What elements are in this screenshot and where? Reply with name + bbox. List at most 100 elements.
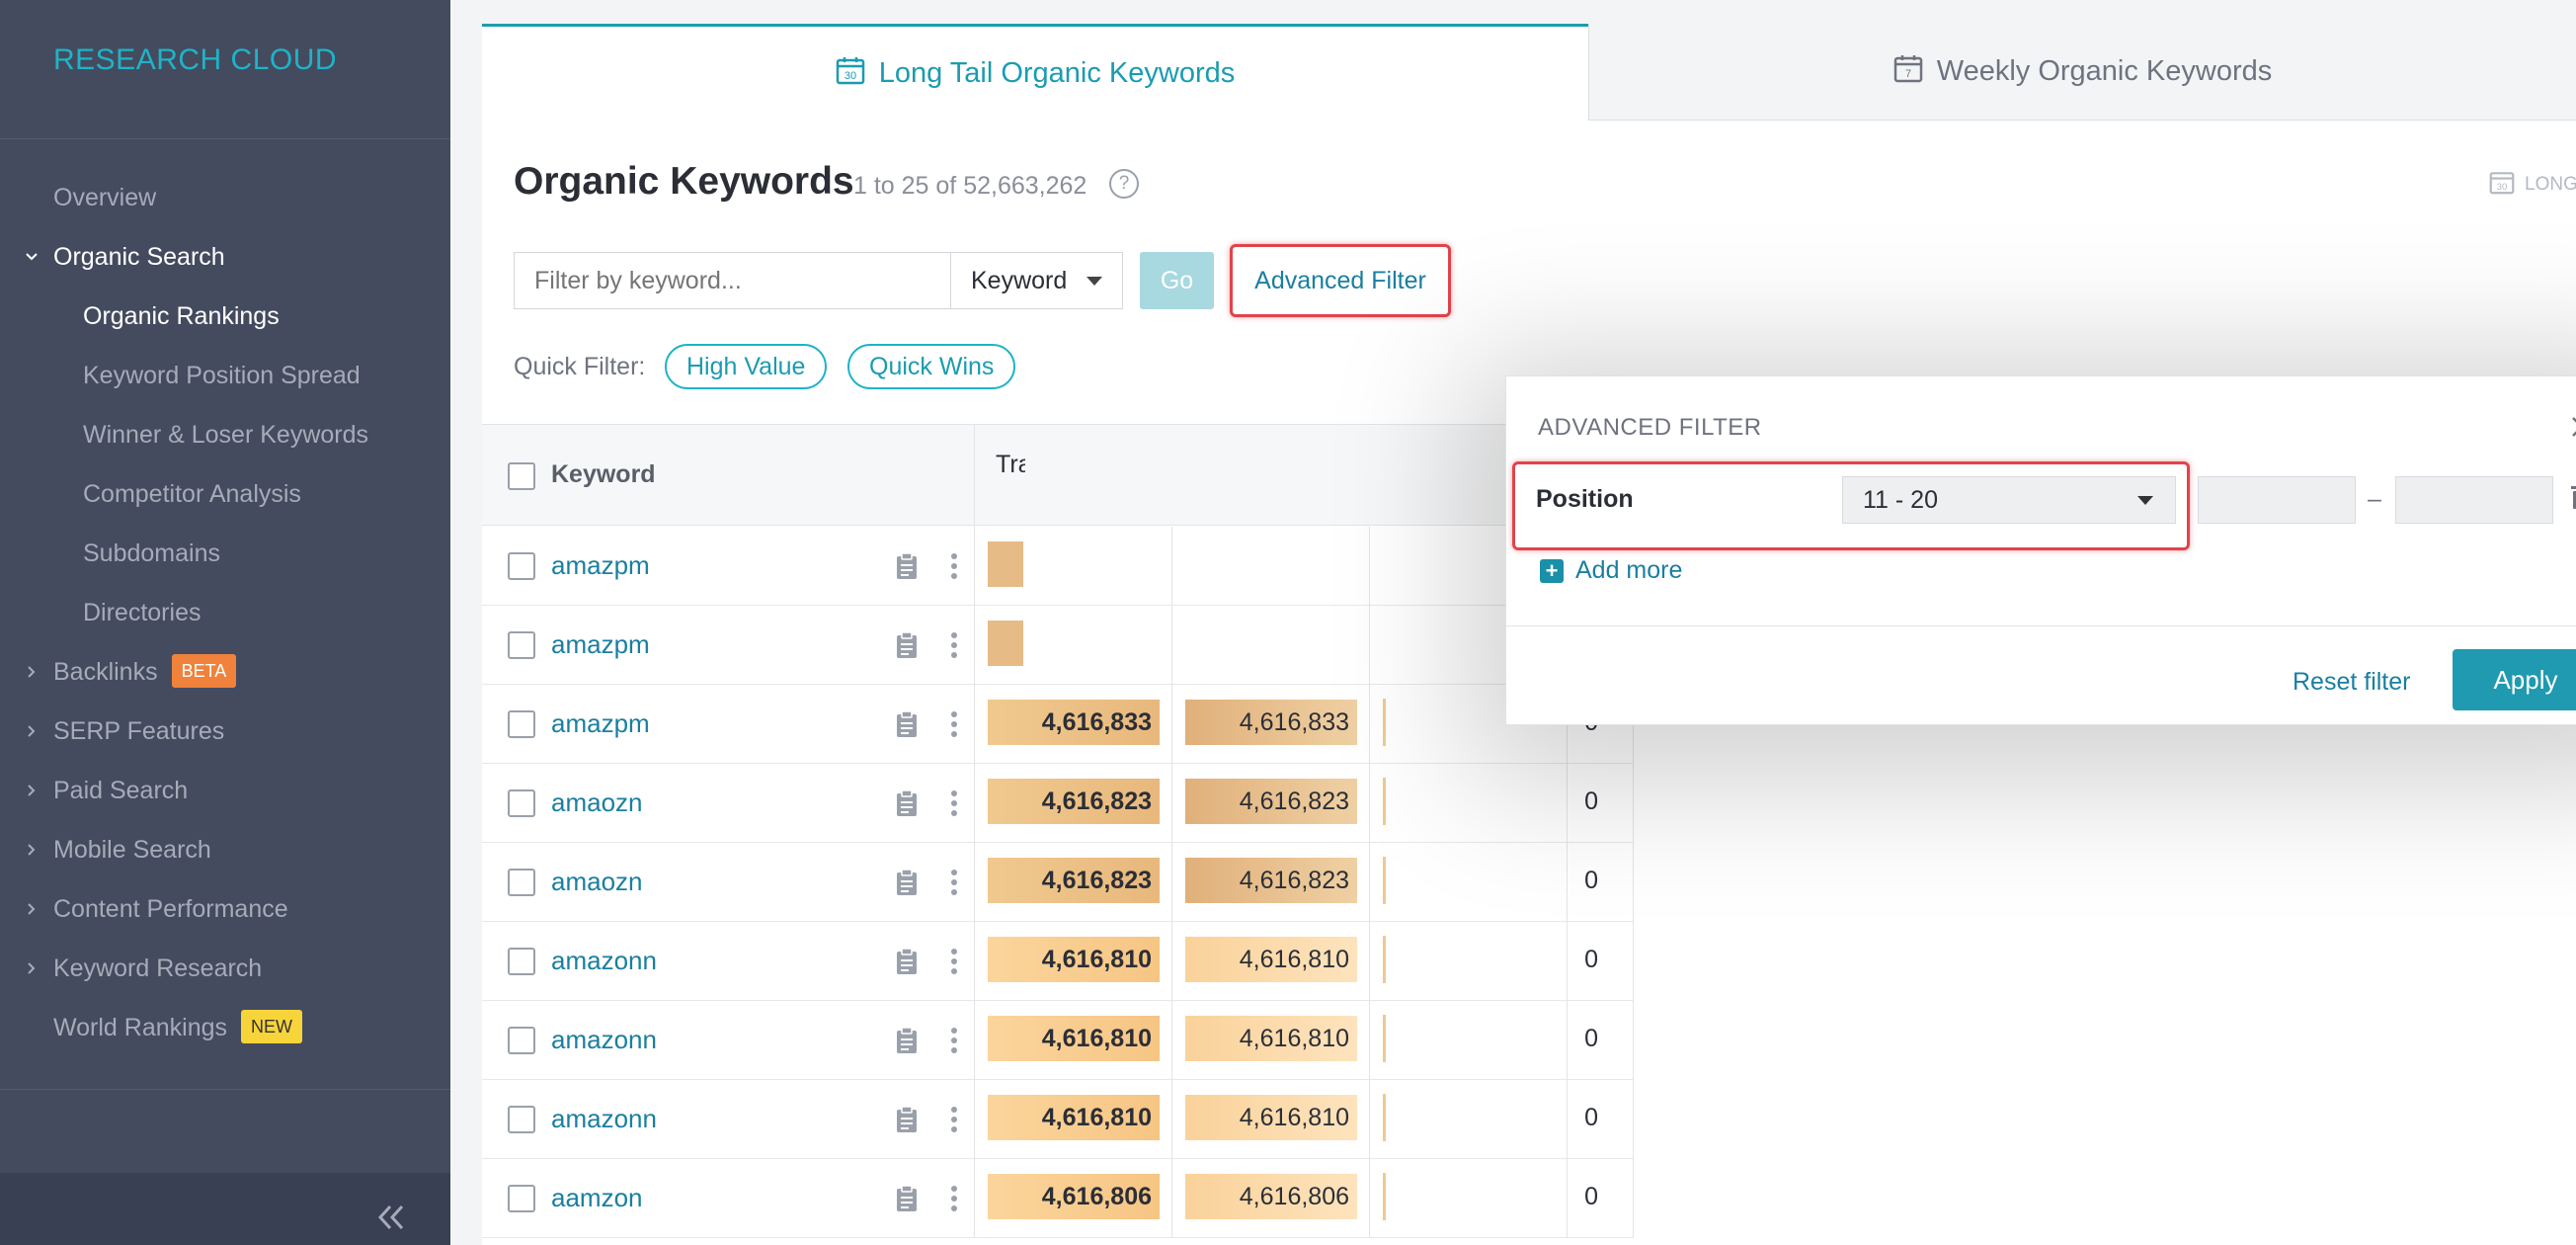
add-more-button[interactable]: + Add more <box>1540 556 1682 585</box>
clipboard-icon[interactable] <box>895 710 919 743</box>
value-cell: 4,616,806 <box>1185 1174 1357 1219</box>
more-options-icon[interactable] <box>950 1185 958 1217</box>
sidebar-item-keyword-position-spread[interactable]: Keyword Position Spread <box>83 356 361 395</box>
sidebar-item-label: SERP Features <box>53 717 225 745</box>
column-header-traffic-index[interactable]: Traffic Index <box>996 447 1025 482</box>
traffic-index-cell <box>988 541 1160 587</box>
more-options-icon[interactable] <box>950 1027 958 1059</box>
divider <box>1506 625 2576 626</box>
clipboard-icon[interactable] <box>895 789 919 822</box>
tab-weekly-organic-keywords[interactable]: 7 Weekly Organic Keywords <box>1588 24 2576 121</box>
sidebar-item-directories[interactable]: Directories <box>83 593 201 632</box>
row-checkbox[interactable] <box>508 710 535 738</box>
keyword-link[interactable]: amazpm <box>551 550 650 581</box>
divider <box>974 606 975 685</box>
more-options-icon[interactable] <box>950 1106 958 1138</box>
quick-filter-high-value[interactable]: High Value <box>665 344 828 389</box>
divider <box>0 1089 450 1090</box>
sidebar-item-subdomains[interactable]: Subdomains <box>83 534 220 573</box>
select-all-checkbox[interactable] <box>508 462 535 490</box>
position-max-input[interactable] <box>2395 476 2553 524</box>
clipboard-icon[interactable] <box>895 631 919 664</box>
sidebar-item-winner-loser[interactable]: Winner & Loser Keywords <box>83 415 368 455</box>
sidebar-item-serp-features[interactable]: SERP Features <box>28 711 225 751</box>
value-cell: 4,616,810 <box>1185 1016 1357 1061</box>
row-checkbox[interactable] <box>508 1106 535 1133</box>
help-icon[interactable]: ? <box>1109 169 1139 199</box>
more-options-icon[interactable] <box>950 552 958 585</box>
keyword-link[interactable]: amazpm <box>551 629 650 660</box>
advanced-filter-modal: ADVANCED FILTER Position 11 - 20 – + Add… <box>1505 375 2576 725</box>
sidebar-item-label: Mobile Search <box>53 836 211 864</box>
clipboard-icon[interactable] <box>895 1106 919 1138</box>
keyword-link[interactable]: amazpm <box>551 708 650 739</box>
divider <box>1171 606 1172 685</box>
keyword-link[interactable]: amaozn <box>551 867 643 897</box>
reset-filter-link[interactable]: Reset filter <box>2293 668 2410 697</box>
clipboard-icon[interactable] <box>895 948 919 980</box>
bar-indicator <box>1383 1015 1386 1062</box>
date-range-label: LONG <box>2525 174 2576 195</box>
add-more-label: Add more <box>1575 556 1683 584</box>
keyword-link[interactable]: amaozn <box>551 788 643 818</box>
sidebar-item-label: Keyword Research <box>53 954 263 982</box>
sidebar-item-overview[interactable]: Overview <box>53 178 156 217</box>
sidebar-item-backlinks[interactable]: Backlinks BETA <box>28 652 237 692</box>
row-checkbox[interactable] <box>508 631 535 659</box>
sidebar-item-organic-search[interactable]: Organic Search <box>26 237 225 277</box>
row-checkbox[interactable] <box>508 552 535 580</box>
sidebar-item-organic-rankings[interactable]: Organic Rankings <box>83 296 280 336</box>
row-checkbox[interactable] <box>508 1185 535 1212</box>
sidebar-item-mobile-search[interactable]: Mobile Search <box>28 830 211 870</box>
filter-type-select[interactable]: Keyword <box>950 252 1123 309</box>
divider <box>974 1001 975 1080</box>
brand-logo[interactable]: RESEARCH CLOUD <box>53 43 337 77</box>
sidebar-item-keyword-research[interactable]: Keyword Research <box>28 949 263 988</box>
row-checkbox[interactable] <box>508 948 535 975</box>
clipboard-icon[interactable] <box>895 552 919 585</box>
table-row: amazpm <box>482 527 1634 606</box>
clipboard-icon[interactable] <box>895 1185 919 1217</box>
keyword-link[interactable]: aamzon <box>551 1183 643 1213</box>
keyword-link[interactable]: amazonn <box>551 1025 657 1055</box>
quick-filter-quick-wins[interactable]: Quick Wins <box>847 344 1016 389</box>
divider <box>974 1159 975 1238</box>
keyword-link[interactable]: amazonn <box>551 1104 657 1134</box>
keywords-table: Keyword Traffic Index amazpm amazpm amazpm… <box>482 424 2576 1245</box>
bar-indicator <box>1383 936 1386 983</box>
collapse-sidebar-icon[interactable] <box>371 1198 411 1237</box>
column-header-keyword[interactable]: Keyword <box>551 460 656 489</box>
apply-button[interactable]: Apply <box>2453 649 2576 710</box>
keyword-filter-input[interactable] <box>514 252 950 309</box>
sidebar-item-label: Directories <box>83 599 201 626</box>
go-button[interactable]: Go <box>1140 252 1214 309</box>
trash-icon[interactable] <box>2569 483 2576 516</box>
sidebar-item-content-performance[interactable]: Content Performance <box>28 889 288 929</box>
clipboard-icon[interactable] <box>895 1027 919 1059</box>
keyword-link[interactable]: amazonn <box>551 946 657 976</box>
more-options-icon[interactable] <box>950 948 958 980</box>
more-options-icon[interactable] <box>950 869 958 901</box>
sidebar-item-world-rankings[interactable]: World Rankings NEW <box>53 1008 303 1047</box>
more-options-icon[interactable] <box>950 710 958 743</box>
row-checkbox[interactable] <box>508 789 535 817</box>
more-options-icon[interactable] <box>950 789 958 822</box>
row-checkbox[interactable] <box>508 1027 535 1054</box>
more-options-icon[interactable] <box>950 631 958 664</box>
close-icon[interactable] <box>2567 412 2576 442</box>
chevron-right-icon <box>22 652 41 692</box>
filter-type-value: Keyword <box>971 267 1068 294</box>
position-range-select[interactable]: 11 - 20 <box>1842 476 2176 524</box>
row-checkbox[interactable] <box>508 869 535 896</box>
sidebar-item-competitor-analysis[interactable]: Competitor Analysis <box>83 474 301 514</box>
sidebar-item-paid-search[interactable]: Paid Search <box>28 771 188 810</box>
date-range-selector[interactable]: 30 LONG <box>2489 168 2576 202</box>
tab-label: Long Tail Organic Keywords <box>878 57 1236 89</box>
advanced-filter-button[interactable]: Advanced Filter <box>1230 244 1451 317</box>
bar-indicator <box>1383 778 1386 825</box>
position-min-input[interactable] <box>2198 476 2356 524</box>
clipboard-icon[interactable] <box>895 869 919 901</box>
tab-long-tail-organic-keywords[interactable]: 30 Long Tail Organic Keywords <box>482 24 1588 121</box>
value-cell: 4,616,823 <box>1185 779 1357 824</box>
traffic-index-cell: 4,616,810 <box>988 937 1160 982</box>
